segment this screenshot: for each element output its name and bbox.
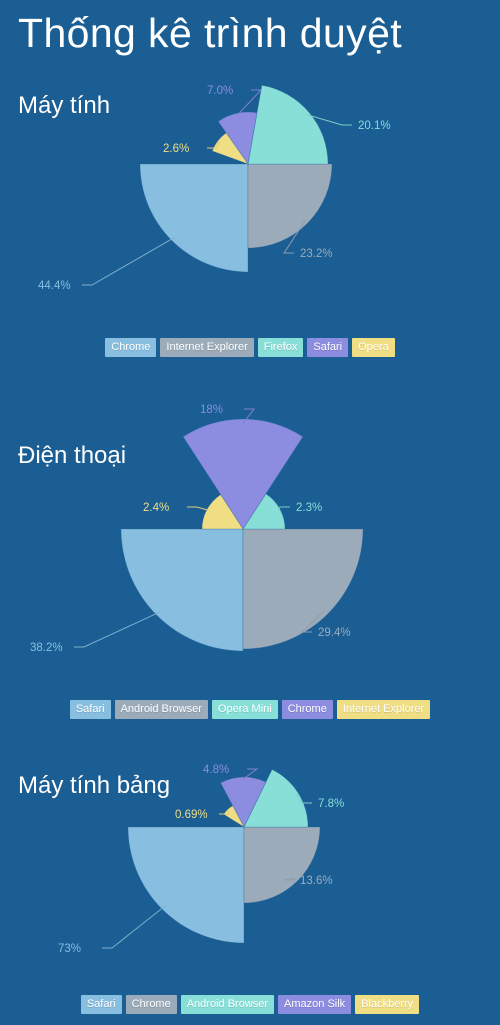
rose-chart-desktop: 44.4% 23.2% 20.1% 7.0% 2.6% bbox=[0, 75, 500, 375]
pie-slice-safari[interactable] bbox=[127, 826, 245, 944]
infographic-page: Thống kê trình duyệt Máy tính 44.4% 23.2%… bbox=[0, 0, 500, 1025]
legend-desktop: Chrome Internet Explorer Firefox Safari Oper… bbox=[0, 338, 500, 357]
slice-percent-label: 29.4% bbox=[318, 627, 351, 639]
legend-item-safari[interactable]: Safari bbox=[69, 700, 111, 719]
leader-line bbox=[102, 905, 166, 949]
slice-percent-label: 44.4% bbox=[38, 280, 71, 292]
legend-item-opera-mini[interactable]: Opera Mini bbox=[211, 700, 278, 719]
section-desktop: Máy tính 44.4% 23.2% 20.1% 7.0% 2.6% Chrome I… bbox=[0, 75, 500, 375]
legend-item-safari[interactable]: Safari bbox=[307, 338, 349, 357]
page-title: Thống kê trình duyệt bbox=[18, 10, 403, 56]
slice-percent-label: 7.8% bbox=[318, 798, 344, 810]
legend-item-safari[interactable]: Safari bbox=[80, 995, 122, 1014]
slice-percent-label: 73% bbox=[58, 943, 81, 955]
pie-slice-chrome[interactable] bbox=[139, 163, 249, 273]
pie-slice-chrome[interactable] bbox=[182, 418, 304, 530]
slice-percent-label: 2.3% bbox=[296, 502, 322, 514]
slice-percent-label: 4.8% bbox=[203, 764, 229, 776]
pie-slice-chrome[interactable] bbox=[243, 826, 321, 904]
leader-line bbox=[82, 236, 175, 286]
legend-item-chrome[interactable]: Chrome bbox=[105, 338, 157, 357]
section-mobile: Điện thoại 38.2% 29.4% 2.3% 18% 2.4% Safari A… bbox=[0, 390, 500, 730]
legend-item-opera[interactable]: Opera bbox=[352, 338, 395, 357]
slice-percent-label: 2.4% bbox=[143, 502, 169, 514]
pie-slice-firefox[interactable] bbox=[247, 84, 329, 165]
pie-chart-svg: 44.4% 23.2% 20.1% 7.0% 2.6% bbox=[38, 84, 391, 292]
slice-percent-label: 2.6% bbox=[163, 143, 189, 155]
section-tablet: Máy tính bảng 73% 13.6% 7.8% 4.8% 0.69% Safa… bbox=[0, 760, 500, 1025]
pie-slice-safari[interactable] bbox=[120, 528, 244, 652]
legend-item-blackberry[interactable]: Blackberry bbox=[355, 995, 420, 1014]
legend-tablet: Safari Chrome Android Browser Amazon Silk Bl… bbox=[0, 995, 500, 1014]
slice-percent-label: 20.1% bbox=[358, 120, 391, 132]
legend-mobile: Safari Android Browser Opera Mini Chrome Int… bbox=[0, 700, 500, 719]
rose-chart-tablet: 73% 13.6% 7.8% 4.8% 0.69% bbox=[0, 760, 500, 1025]
leader-line bbox=[187, 506, 209, 511]
slice-percent-label: 13.6% bbox=[300, 875, 333, 887]
pie-chart-svg: 73% 13.6% 7.8% 4.8% 0.69% bbox=[58, 764, 344, 955]
slice-percent-label: 0.69% bbox=[175, 809, 208, 821]
legend-item-chrome[interactable]: Chrome bbox=[281, 700, 333, 719]
leader-line bbox=[74, 611, 161, 648]
pie-slice-internet-explorer[interactable] bbox=[247, 163, 333, 249]
legend-item-android-browser[interactable]: Android Browser bbox=[114, 700, 208, 719]
slice-percent-label: 7.0% bbox=[207, 85, 233, 97]
legend-item-firefox[interactable]: Firefox bbox=[257, 338, 304, 357]
legend-item-amazon-silk[interactable]: Amazon Silk bbox=[278, 995, 352, 1014]
rose-chart-mobile: 38.2% 29.4% 2.3% 18% 2.4% bbox=[0, 390, 500, 730]
legend-item-chrome[interactable]: Chrome bbox=[125, 995, 177, 1014]
slice-percent-label: 18% bbox=[200, 404, 223, 416]
legend-item-internet-explorer[interactable]: Internet Explorer bbox=[336, 700, 431, 719]
slice-percent-label: 23.2% bbox=[300, 248, 333, 260]
pie-chart-svg: 38.2% 29.4% 2.3% 18% 2.4% bbox=[30, 404, 364, 654]
legend-item-internet-explorer[interactable]: Internet Explorer bbox=[160, 338, 254, 357]
legend-item-android-browser[interactable]: Android Browser bbox=[180, 995, 275, 1014]
slice-percent-label: 38.2% bbox=[30, 642, 63, 654]
